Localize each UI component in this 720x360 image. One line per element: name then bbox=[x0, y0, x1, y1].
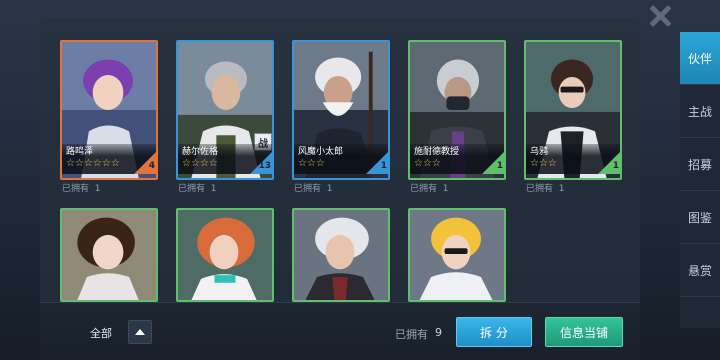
level-corner: 4 bbox=[134, 150, 158, 174]
info-shop-button[interactable]: 信息当铺 bbox=[545, 317, 623, 347]
character-portrait bbox=[176, 208, 274, 302]
partner-card[interactable]: 战 赫尔佐格 ☆☆☆☆ 13 bbox=[176, 40, 274, 180]
partner-card[interactable]: 风魔小太郎 ☆☆☆ 1 bbox=[292, 40, 390, 180]
tab-main-battle[interactable]: 主战 bbox=[680, 85, 720, 138]
level-corner: 13 bbox=[250, 150, 274, 174]
filter-label: 全部 bbox=[90, 327, 112, 340]
character-portrait bbox=[408, 208, 506, 302]
character-portrait bbox=[60, 208, 158, 302]
owned-count: 已拥有 1 bbox=[526, 184, 565, 194]
owned-total-value: 9 bbox=[435, 326, 442, 339]
owned-count: 已拥有 1 bbox=[62, 184, 101, 194]
character-portrait bbox=[292, 208, 390, 302]
owned-count: 已拥有 1 bbox=[294, 184, 333, 194]
side-tab-bar: 伙伴 主战 招募 图鉴 悬赏 bbox=[680, 32, 720, 328]
chevron-up-icon bbox=[135, 329, 145, 335]
filter-toggle-button[interactable] bbox=[128, 320, 152, 344]
partner-card[interactable]: 乌鸦 ☆☆☆ 1 bbox=[524, 40, 622, 180]
level-corner: 1 bbox=[366, 150, 390, 174]
owned-total-label: 已拥有 bbox=[395, 328, 428, 341]
partner-card[interactable] bbox=[292, 208, 390, 302]
partner-card[interactable] bbox=[408, 208, 506, 302]
close-icon bbox=[649, 5, 671, 27]
level-corner: 1 bbox=[482, 150, 506, 174]
tab-bounty[interactable]: 悬赏 bbox=[680, 244, 720, 297]
level-corner: 1 bbox=[598, 150, 622, 174]
partner-card[interactable] bbox=[60, 208, 158, 302]
tab-codex[interactable]: 图鉴 bbox=[680, 191, 720, 244]
owned-count: 已拥有 1 bbox=[178, 184, 217, 194]
tab-recruit[interactable]: 招募 bbox=[680, 138, 720, 191]
tab-partners[interactable]: 伙伴 bbox=[680, 32, 720, 85]
split-button[interactable]: 拆 分 bbox=[456, 317, 532, 347]
partner-card[interactable] bbox=[176, 208, 274, 302]
partner-card[interactable]: 施耐德教授 ☆☆☆ 1 bbox=[408, 40, 506, 180]
owned-count: 已拥有 1 bbox=[410, 184, 449, 194]
close-button[interactable] bbox=[640, 0, 680, 32]
partner-card[interactable]: 路鸣泽 ☆☆☆☆☆☆ 4 bbox=[60, 40, 158, 180]
